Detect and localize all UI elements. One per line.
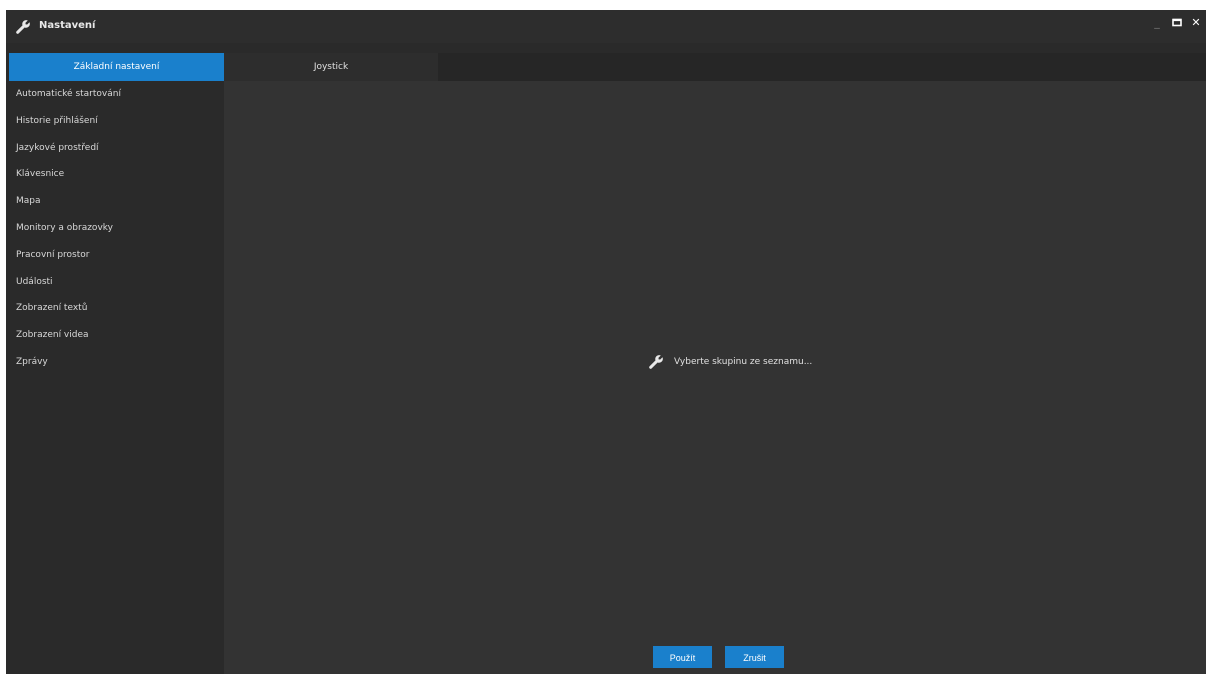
sidebar-item-language[interactable]: Jazykové prostředí bbox=[6, 135, 224, 162]
title-bar: Nastavení _ ✕ bbox=[6, 10, 1206, 43]
minimize-button[interactable]: _ bbox=[1150, 14, 1164, 32]
wrench-icon bbox=[649, 355, 663, 369]
sidebar-item-video-display[interactable]: Zobrazení videa bbox=[6, 322, 224, 349]
tab-basic-settings[interactable]: Základní nastavení bbox=[9, 53, 224, 81]
maximize-icon bbox=[1172, 18, 1182, 27]
sidebar-item-workspace[interactable]: Pracovní prostor bbox=[6, 242, 224, 269]
sidebar-item-monitors[interactable]: Monitory a obrazovky bbox=[6, 215, 224, 242]
sidebar-item-map[interactable]: Mapa bbox=[6, 188, 224, 215]
sidebar-item-text-display[interactable]: Zobrazení textů bbox=[6, 295, 224, 322]
empty-state: Vyberte skupinu ze seznamu... bbox=[648, 352, 812, 372]
sidebar-item-keyboard[interactable]: Klávesnice bbox=[6, 161, 224, 188]
close-button[interactable]: ✕ bbox=[1189, 14, 1203, 32]
empty-state-message: Vyberte skupinu ze seznamu... bbox=[674, 357, 813, 367]
sidebar-item-auto-start[interactable]: Automatické startování bbox=[6, 81, 224, 108]
top-separator bbox=[6, 43, 1206, 53]
sidebar-item-messages[interactable]: Zprávy bbox=[6, 349, 224, 376]
settings-window: Nastavení _ ✕ Základní nastavení Joystic… bbox=[6, 10, 1206, 674]
maximize-button[interactable] bbox=[1170, 14, 1184, 32]
window-title: Nastavení bbox=[39, 20, 96, 31]
tab-joystick[interactable]: Joystick bbox=[224, 53, 438, 81]
sidebar-item-events[interactable]: Události bbox=[6, 269, 224, 296]
sidebar-item-login-history[interactable]: Historie přihlášení bbox=[6, 108, 224, 135]
settings-content-area: Vyberte skupinu ze seznamu... bbox=[224, 81, 1206, 674]
settings-group-list: Automatické startování Historie přihláše… bbox=[6, 81, 224, 376]
apply-button[interactable]: Použít bbox=[653, 646, 712, 668]
wrench-icon bbox=[16, 20, 30, 34]
cancel-button[interactable]: Zrušit bbox=[725, 646, 784, 668]
